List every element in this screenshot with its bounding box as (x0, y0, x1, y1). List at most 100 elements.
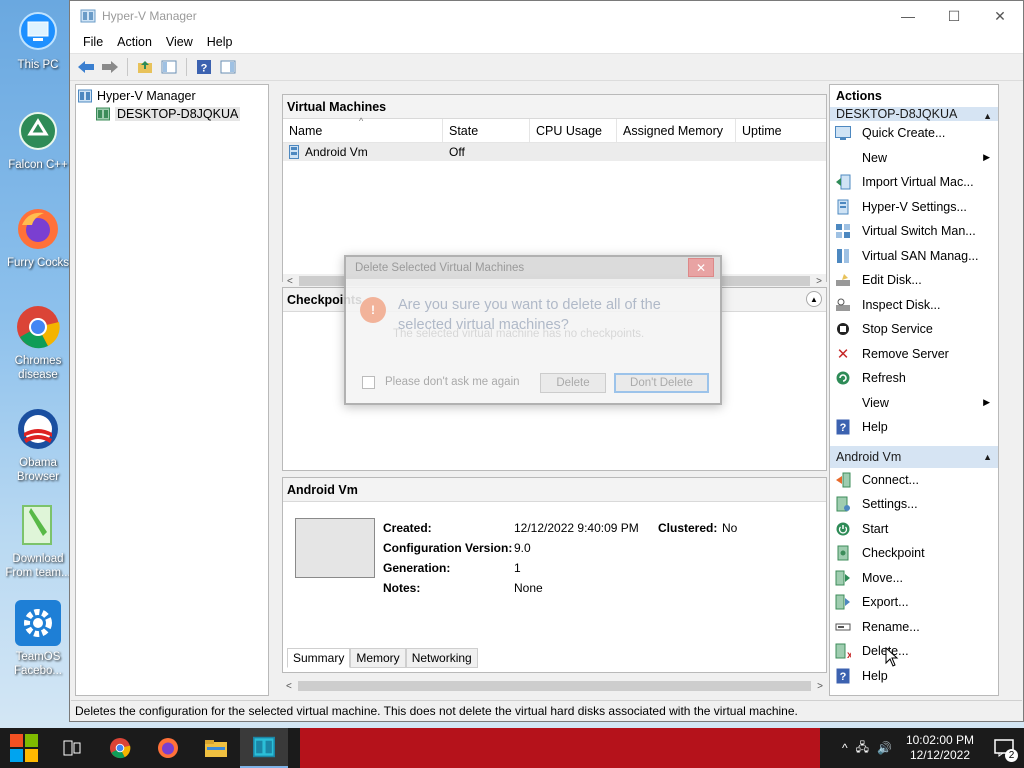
chrome-taskbar-icon[interactable] (96, 728, 144, 768)
details-tabs: Summary Memory Networking (287, 648, 478, 668)
help-icon[interactable]: ? (194, 57, 214, 77)
action-checkpoint[interactable]: Checkpoint (830, 541, 998, 566)
desktop-icon-obama[interactable]: Obama Browser (2, 406, 74, 484)
action-help[interactable]: ? Help (830, 664, 998, 689)
vm-settings-icon (835, 496, 851, 512)
action-help[interactable]: ? Help (830, 415, 998, 440)
delete-icon: x (835, 643, 851, 659)
action-hyper-v-settings[interactable]: Hyper-V Settings... (830, 195, 998, 220)
column-uptime[interactable]: Uptime (736, 119, 824, 143)
desktop-icon-this-pc[interactable]: This PC (2, 8, 74, 72)
start-icon (835, 521, 851, 537)
action-virtual-san-manag[interactable]: Virtual SAN Manag... (830, 244, 998, 269)
menu-help[interactable]: Help (200, 35, 240, 49)
action-refresh[interactable]: Refresh (830, 366, 998, 391)
maximize-button[interactable]: ☐ (931, 1, 977, 31)
action-label: Edit Disk... (862, 273, 922, 288)
action-label: Rename... (862, 619, 920, 634)
volume-icon[interactable]: 🔊 (877, 741, 892, 755)
action-rename[interactable]: Rename... (830, 615, 998, 640)
actions-group-vm[interactable]: Android Vm ▲ (830, 445, 998, 468)
server-icon (96, 107, 110, 121)
chevron-up-icon[interactable]: ^ (842, 741, 848, 755)
scroll-left-icon[interactable]: < (287, 276, 293, 287)
action-remove-server[interactable]: ✕ Remove Server (830, 342, 998, 367)
desktop-icon-chrome[interactable]: Chromes disease (2, 304, 74, 382)
mouse-cursor-icon (885, 647, 899, 667)
collapse-icon[interactable]: ▲ (983, 452, 992, 462)
action-settings[interactable]: Settings... (830, 492, 998, 517)
scroll-right-icon[interactable]: > (816, 276, 822, 287)
action-label: Inspect Disk... (862, 297, 941, 312)
blank-icon (835, 150, 851, 166)
scroll-left-icon[interactable]: < (286, 681, 292, 692)
column-name[interactable]: Name ^ (283, 116, 443, 143)
menu-view[interactable]: View (159, 35, 200, 49)
back-arrow-icon[interactable] (76, 57, 96, 77)
scroll-right-icon[interactable]: > (817, 681, 823, 692)
column-assigned-memory[interactable]: Assigned Memory (617, 118, 736, 143)
up-folder-icon[interactable] (135, 57, 155, 77)
desktop-icon-falcon[interactable]: Falcon C++ (2, 108, 74, 172)
center-horizontal-scrollbar[interactable]: < > (282, 679, 827, 693)
menu-file[interactable]: File (76, 35, 110, 49)
menu-action[interactable]: Action (110, 35, 159, 49)
action-delete[interactable]: x Delete... (830, 639, 998, 664)
action-virtual-switch-man[interactable]: Virtual Switch Man... (830, 219, 998, 244)
hyperv-taskbar-icon[interactable] (240, 728, 288, 768)
column-state[interactable]: State (443, 118, 530, 143)
start-button[interactable] (0, 728, 48, 768)
show-hide-tree-icon[interactable] (159, 57, 179, 77)
close-button[interactable]: ✕ (977, 1, 1023, 31)
action-import-virtual-mac[interactable]: Import Virtual Mac... (830, 170, 998, 195)
clock[interactable]: 10:02:00 PM 12/12/2022 (906, 733, 974, 763)
export-icon (835, 594, 851, 610)
scroll-thumb[interactable] (297, 681, 812, 691)
action-new[interactable]: New ▶ (830, 146, 998, 171)
action-stop-service[interactable]: Stop Service (830, 317, 998, 342)
tree-server[interactable]: DESKTOP-D8JQKUA (96, 105, 268, 123)
show-hide-action-pane-icon[interactable] (218, 57, 238, 77)
collapse-icon[interactable]: ▲ (983, 111, 992, 121)
tab-memory[interactable]: Memory (350, 648, 406, 668)
notification-center-icon[interactable]: 2 (984, 728, 1024, 768)
created-label: Created: (383, 521, 432, 535)
task-view-icon[interactable] (48, 728, 96, 768)
vm-row[interactable]: Android Vm Off (283, 143, 826, 161)
firefox-taskbar-icon[interactable] (144, 728, 192, 768)
action-connect[interactable]: Connect... (830, 468, 998, 493)
notes-label: Notes: (383, 581, 421, 595)
network-icon[interactable]: 🖧 (856, 738, 869, 759)
minimize-button[interactable]: — (885, 1, 931, 31)
action-label: Virtual SAN Manag... (862, 248, 979, 263)
delete-button[interactable]: Delete (540, 373, 606, 393)
dont-delete-button[interactable]: Don't Delete (614, 373, 709, 393)
action-view[interactable]: View ▶ (830, 391, 998, 416)
settings-icon (835, 199, 851, 215)
tree-root[interactable]: Hyper-V Manager (78, 87, 268, 105)
dont-ask-checkbox[interactable] (362, 375, 375, 389)
action-export[interactable]: Export... (830, 590, 998, 615)
file-explorer-icon[interactable] (192, 728, 240, 768)
desktop-icon-teamos[interactable]: TeamOS Facebo... (2, 600, 74, 678)
switch-icon (835, 223, 851, 239)
action-label: Import Virtual Mac... (862, 175, 974, 190)
desktop-icon-download[interactable]: Download From team... (2, 502, 74, 580)
forward-arrow-icon[interactable] (100, 57, 120, 77)
action-quick-create[interactable]: Quick Create... (830, 121, 998, 146)
action-edit-disk[interactable]: Edit Disk... (830, 268, 998, 293)
vm-icon (289, 145, 299, 159)
tab-networking[interactable]: Networking (405, 648, 478, 668)
actions-group-host[interactable]: DESKTOP-D8JQKUA ▲ (830, 107, 998, 121)
toolbar-separator (186, 58, 187, 76)
desktop-icon-firefox[interactable]: Furry Cocks (2, 206, 74, 270)
action-start[interactable]: Start (830, 517, 998, 542)
column-cpu-usage[interactable]: CPU Usage (530, 118, 617, 143)
action-move[interactable]: Move... (830, 566, 998, 591)
title-bar[interactable]: Hyper-V Manager — ☐ ✕ (70, 1, 1023, 31)
collapse-icon[interactable]: ▲ (806, 291, 822, 307)
tab-summary[interactable]: Summary (287, 648, 351, 668)
action-inspect-disk[interactable]: Inspect Disk... (830, 293, 998, 318)
dialog-close-button[interactable]: ✕ (688, 258, 714, 277)
clock-time: 10:02:00 PM (905, 733, 974, 747)
